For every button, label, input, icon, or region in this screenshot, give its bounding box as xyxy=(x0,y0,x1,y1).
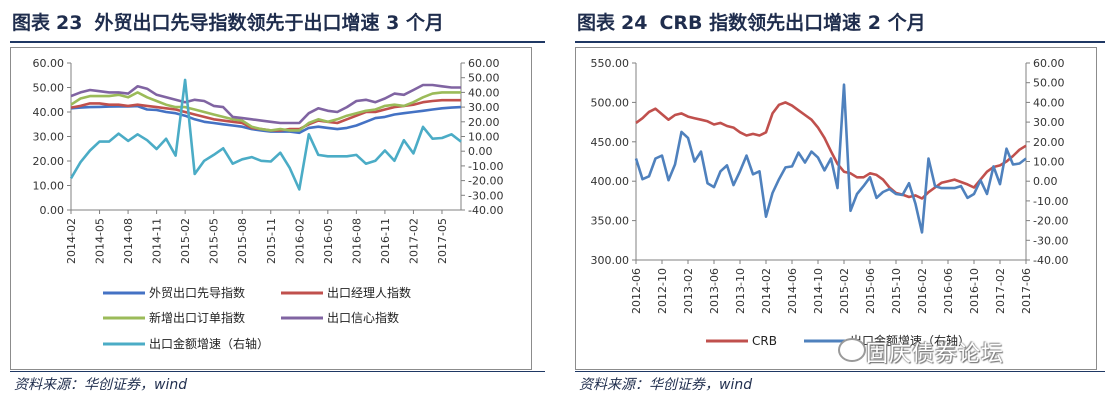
x-tick-label: 2012-10 xyxy=(656,268,669,314)
x-tick-label: 2017-06 xyxy=(1020,268,1033,314)
left-tick-label: 10.00 xyxy=(33,180,65,193)
x-tick-label: 2014-06 xyxy=(786,268,799,314)
x-tick-label: 2016-02 xyxy=(293,218,306,264)
x-tick-label: 2014-08 xyxy=(122,218,135,264)
right-tick-label: 0.00 xyxy=(1033,175,1058,188)
legend-label: 出口信心指数 xyxy=(327,310,399,325)
x-tick-label: 2017-05 xyxy=(436,218,449,264)
x-tick-label: 2016-02 xyxy=(916,268,929,314)
left-tick-label: 300.00 xyxy=(591,254,630,267)
x-tick-label: 2013-10 xyxy=(734,268,747,314)
right-tick-label: -10.00 xyxy=(468,160,503,173)
series-line-3 xyxy=(70,83,461,125)
figure-23-panel: 图表 23 外贸出口先导指数领先于出口增速 3 个月 0.00 10.00 20.00 3… xyxy=(0,0,545,403)
right-tick-label: 0.00 xyxy=(468,145,493,158)
source-note: 资料来源：华创证券，wind xyxy=(14,377,188,393)
source-rule xyxy=(575,371,1105,372)
right-tick-label: -40.00 xyxy=(468,204,503,217)
right-tick-label: 30.00 xyxy=(468,101,500,114)
x-tick-label: 2015-11 xyxy=(265,218,278,264)
title-rule xyxy=(10,41,545,43)
x-tick-label: 2016-11 xyxy=(379,218,392,264)
left-tick-label: 500.00 xyxy=(591,96,630,109)
legend-label: 出口经理人指数 xyxy=(327,285,411,300)
x-tick-label: 2013-06 xyxy=(708,268,721,314)
title-rule xyxy=(575,41,1105,43)
right-tick-label: 20.00 xyxy=(468,116,500,129)
legend-label: CRB xyxy=(752,334,777,348)
x-tick-label: 2016-10 xyxy=(968,268,981,314)
x-tick-label: 2015-08 xyxy=(236,218,249,264)
right-tick-label: 60.00 xyxy=(1033,57,1065,70)
x-tick-label: 2017-02 xyxy=(407,218,420,264)
left-tick-label: 400.00 xyxy=(591,175,630,188)
figure-label: 图表 xyxy=(12,12,51,34)
right-tick-label: -20.00 xyxy=(468,175,503,188)
left-tick-label: 0.00 xyxy=(40,204,65,217)
x-tick-label: 2015-02 xyxy=(179,218,192,264)
figure-number: 23 xyxy=(56,12,83,34)
legend-label: 出口金额增速（右轴） xyxy=(149,336,269,351)
right-tick-label: 60.00 xyxy=(468,57,500,70)
x-tick-label: 2015-06 xyxy=(864,268,877,314)
x-tick-label: 2015-05 xyxy=(208,218,221,264)
x-tick-label: 2016-06 xyxy=(942,268,955,314)
left-tick-label: 450.00 xyxy=(591,136,630,149)
x-tick-label: 2014-05 xyxy=(94,218,107,264)
x-tick-label: 2015-10 xyxy=(890,268,903,314)
right-tick-label: -20.00 xyxy=(1033,215,1068,228)
source-note: 资料来源：华创证券，wind xyxy=(579,377,753,393)
x-tick-label: 2014-02 xyxy=(65,218,78,264)
right-tick-label: 20.00 xyxy=(1033,136,1065,149)
figure-title: 图表 23 外贸出口先导指数领先于出口增速 3 个月 xyxy=(12,10,444,36)
x-tick-label: 2014-02 xyxy=(760,268,773,314)
left-tick-label: 50.00 xyxy=(33,82,65,95)
right-tick-label: 50.00 xyxy=(468,72,500,85)
right-tick-label: -30.00 xyxy=(1033,234,1068,247)
figure-title-text: CRB 指数领先出口增速 2 个月 xyxy=(659,12,926,34)
right-tick-label: 30.00 xyxy=(1033,116,1065,129)
figure-24-panel: 图表 24 CRB 指数领先出口增速 2 个月 300.00 350.00 400.00… xyxy=(565,0,1105,403)
right-tick-label: -10.00 xyxy=(1033,195,1068,208)
x-tick-label: 2014-10 xyxy=(812,268,825,314)
left-tick-label: 40.00 xyxy=(33,106,65,119)
x-tick-label: 2013-02 xyxy=(682,268,695,314)
x-tick-label: 2016-08 xyxy=(350,218,363,264)
x-tick-label: 2017-02 xyxy=(994,268,1007,314)
legend-label: 外贸出口先导指数 xyxy=(149,285,245,300)
right-tick-label: -30.00 xyxy=(468,189,503,202)
series-line-2 xyxy=(70,91,461,132)
x-tick-label: 2016-05 xyxy=(322,218,335,264)
left-tick-label: 30.00 xyxy=(33,131,65,144)
source-rule xyxy=(10,371,545,372)
x-tick-label: 2012-06 xyxy=(630,268,643,314)
left-tick-label: 350.00 xyxy=(591,215,630,228)
right-tick-label: 10.00 xyxy=(468,131,500,144)
right-tick-label: -40.00 xyxy=(1033,254,1068,267)
right-tick-label: 40.00 xyxy=(1033,96,1065,109)
legend-label: 新增出口订单指数 xyxy=(149,310,245,325)
x-tick-label: 2015-02 xyxy=(838,268,851,314)
right-tick-label: 40.00 xyxy=(468,86,500,99)
chart-frame: 0.00 10.00 20.00 30.00 40.00 50.00 60.00 -40.00… xyxy=(10,47,532,370)
figure-number: 24 xyxy=(621,12,648,34)
figure-title-text: 外贸出口先导指数领先于出口增速 3 个月 xyxy=(94,12,444,34)
figure-title: 图表 24 CRB 指数领先出口增速 2 个月 xyxy=(577,10,926,36)
figure-label: 图表 xyxy=(577,12,616,34)
watermark: 固庆债券论坛 xyxy=(866,342,1005,367)
right-tick-label: 50.00 xyxy=(1033,77,1065,90)
left-tick-label: 20.00 xyxy=(33,155,65,168)
chart-frame: 300.00 350.00 400.00 450.00 500.00 550.00 -40.… xyxy=(575,47,1097,370)
left-tick-label: 60.00 xyxy=(33,57,65,70)
x-tick-label: 2014-11 xyxy=(151,218,164,264)
right-tick-label: 10.00 xyxy=(1033,156,1065,169)
series-line-0 xyxy=(635,101,1027,200)
series-line-1 xyxy=(634,83,1027,234)
left-tick-label: 550.00 xyxy=(591,57,630,70)
line-chart-export-leading-index: 0.0010.0020.0030.0040.0050.0060.00-40.00… xyxy=(33,57,504,351)
line-chart-crb-index: 300.00 350.00 400.00 450.00 500.00 550.00 -40.… xyxy=(591,57,1069,348)
wechat-logo-icon xyxy=(838,338,866,362)
